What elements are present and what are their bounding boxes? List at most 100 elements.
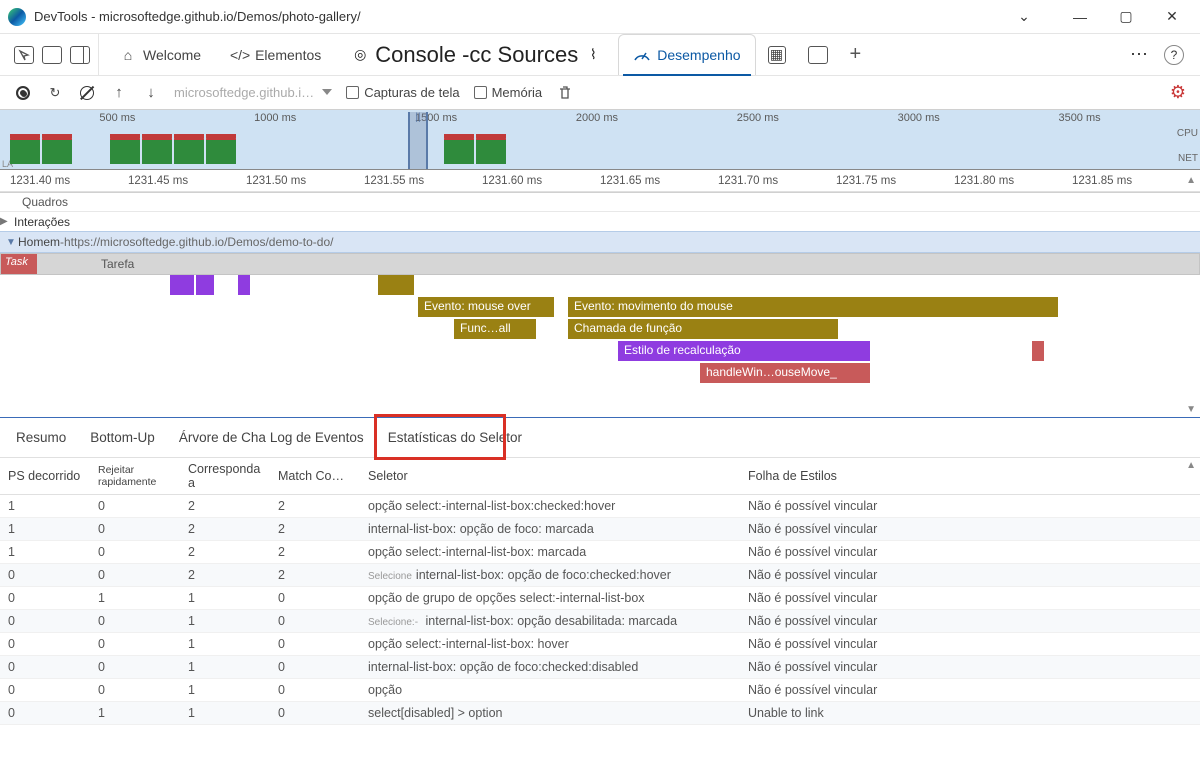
cell-elapsed: 0	[0, 633, 90, 656]
table-header-row: PS decorrido Rejeitar rapidamente Corres…	[0, 458, 1200, 495]
chevron-down-icon[interactable]: ⌄	[1004, 2, 1044, 32]
table-row[interactable]: 0022Selecioneinternal-list-box: opção de…	[0, 564, 1200, 587]
tab-elements[interactable]: </> Elementos	[217, 34, 335, 75]
cell-selector: internal-list-box: opção de foco:checked…	[360, 656, 740, 679]
code-icon: </>	[231, 46, 249, 64]
event-mousemove-bar[interactable]: Evento: movimento do mouse	[568, 297, 1058, 317]
col-fastreject[interactable]: Rejeitar rapidamente	[90, 458, 180, 495]
tabstrip-right: ⋯ ?	[1120, 44, 1194, 65]
col-match-c[interactable]: Match Co…	[270, 458, 360, 495]
table-row[interactable]: 0110opção de grupo de opções select:-int…	[0, 587, 1200, 610]
app-icon	[808, 46, 828, 64]
bar-olive[interactable]	[378, 275, 414, 295]
table-row[interactable]: 0110select[disabled] > optionUnable to l…	[0, 702, 1200, 725]
bar-red[interactable]	[1032, 341, 1044, 361]
table-row[interactable]: 1022opção select:-internal-list-box:chec…	[0, 495, 1200, 518]
col-stylesheet[interactable]: Folha de Estilos	[740, 458, 1200, 495]
cell-stylesheet: Não é possível vincular	[740, 656, 1200, 679]
main-thread-row[interactable]: ▼ Homem -https://microsoftedge.github.io…	[0, 231, 1200, 253]
dropdown-icon[interactable]	[322, 87, 332, 98]
console-icon: ◎	[351, 46, 369, 64]
handle-bar[interactable]: handleWin…ouseMove_	[700, 363, 870, 383]
event-mouseover-bar[interactable]: Evento: mouse over	[418, 297, 554, 317]
inspect-icon[interactable]	[14, 46, 34, 64]
caret-down-icon[interactable]: ▼	[6, 237, 16, 248]
upload-button[interactable]	[110, 84, 128, 102]
thread-url: -https://microsoftedge.github.io/Demos/d…	[60, 235, 333, 249]
cell-elapsed: 0	[0, 679, 90, 702]
download-button[interactable]	[142, 84, 160, 102]
cell-match-c: 0	[270, 610, 360, 633]
tab-welcome[interactable]: ⌂ Welcome	[105, 34, 215, 75]
tab-app[interactable]	[798, 34, 838, 75]
cell-selector: select[disabled] > option	[360, 702, 740, 725]
tab-selector-stats[interactable]: Estatísticas do Seletor	[388, 430, 522, 445]
flame-bars[interactable]: Evento: mouse over Func…all Evento: movi…	[0, 275, 1200, 385]
inspect-tools	[6, 34, 99, 75]
call-bar[interactable]: Chamada de função	[568, 319, 838, 339]
details-tabs: Resumo Bottom-Up Árvore de Cha Log de Ev…	[0, 418, 1200, 458]
bar-purple[interactable]	[196, 275, 214, 295]
recalc-bar[interactable]: Estilo de recalculação	[618, 341, 870, 361]
cell-stylesheet: Não é possível vincular	[740, 518, 1200, 541]
memory-checkbox[interactable]: Memória	[474, 85, 543, 100]
cell-fastreject: 0	[90, 541, 180, 564]
checkbox-icon	[346, 86, 359, 99]
help-icon[interactable]: ?	[1164, 45, 1184, 65]
bar-purple[interactable]	[238, 275, 250, 295]
cell-match-a: 1	[180, 610, 270, 633]
table-row[interactable]: 1022opção select:-internal-list-box: mar…	[0, 541, 1200, 564]
bar-olive[interactable]	[1032, 297, 1044, 317]
settings-gear-icon[interactable]: ⚙	[1170, 82, 1186, 103]
table-row[interactable]: 0010opção select:-internal-list-box: hov…	[0, 633, 1200, 656]
funcall-bar[interactable]: Func…all	[454, 319, 536, 339]
cell-fastreject: 1	[90, 702, 180, 725]
close-button[interactable]: ✕	[1152, 2, 1192, 32]
flame-chart[interactable]: Quadros ▶ Interações ▼ Homem -https://mi…	[0, 192, 1200, 418]
overview-selection[interactable]: ||	[408, 112, 428, 169]
task-bar[interactable]: Task Tarefa	[0, 253, 1200, 275]
minimize-button[interactable]: —	[1060, 2, 1100, 32]
selector-stats-table[interactable]: PS decorrido Rejeitar rapidamente Corres…	[0, 458, 1200, 725]
tab-bottomup[interactable]: Bottom-Up	[90, 430, 155, 445]
panel-tabs: ⌂ Welcome </> Elementos ◎ Console -cc So…	[105, 34, 1120, 75]
edge-logo-icon	[8, 8, 26, 26]
gauge-icon	[633, 46, 651, 64]
overview-axis-labels: CPU NET	[1177, 128, 1198, 178]
more-icon[interactable]: ⋯	[1130, 44, 1150, 65]
clear-button[interactable]	[78, 84, 96, 102]
tab-eventlog[interactable]: Log de Eventos	[270, 430, 364, 445]
table-row[interactable]: 0010internal-list-box: opção de foco:che…	[0, 656, 1200, 679]
tab-memory[interactable]: ▦	[758, 34, 796, 75]
record-button[interactable]	[14, 84, 32, 102]
caret-icon[interactable]: ▶	[0, 216, 10, 227]
bar-purple[interactable]	[170, 275, 194, 295]
col-selector[interactable]: Seletor	[360, 458, 740, 495]
tab-performance[interactable]: Desempenho	[618, 34, 755, 75]
scroll-arrow-icon[interactable]: ▲	[1186, 460, 1196, 471]
tab-console-sources[interactable]: ◎ Console -cc Sources ⌇	[337, 34, 616, 75]
table-row[interactable]: 0010Selecione:- internal-list-box: opção…	[0, 610, 1200, 633]
device-icon[interactable]	[42, 46, 62, 64]
timeline-overview[interactable]: 500 ms 1000 ms 1500 ms 2000 ms 2500 ms 3…	[0, 110, 1200, 170]
scroll-arrow-icon[interactable]: ▲	[1186, 175, 1196, 186]
dock-icon[interactable]	[70, 46, 90, 64]
delete-button[interactable]	[556, 84, 574, 102]
col-elapsed[interactable]: PS decorrido	[0, 458, 90, 495]
cell-match-a: 2	[180, 564, 270, 587]
tab-summary[interactable]: Resumo	[16, 430, 66, 445]
maximize-button[interactable]: ▢	[1106, 2, 1146, 32]
col-match-a[interactable]: Corresponda a	[180, 458, 270, 495]
table-row[interactable]: 1022internal-list-box: opção de foco: ma…	[0, 518, 1200, 541]
cell-fastreject: 0	[90, 656, 180, 679]
frames-row[interactable]: Quadros	[0, 193, 1200, 211]
scroll-arrow-icon[interactable]: ▼	[1186, 404, 1196, 415]
tab-calltree[interactable]: Árvore de Cha	[179, 430, 266, 445]
reload-button[interactable]: ↻	[46, 84, 64, 102]
cell-stylesheet: Não é possível vincular	[740, 610, 1200, 633]
table-row[interactable]: 0010opçãoNão é possível vincular	[0, 679, 1200, 702]
interactions-row[interactable]: ▶ Interações	[0, 211, 1200, 231]
add-tab-button[interactable]: +	[840, 43, 872, 66]
task-label: Tarefa	[101, 257, 134, 271]
screenshots-checkbox[interactable]: Capturas de tela	[346, 85, 459, 100]
